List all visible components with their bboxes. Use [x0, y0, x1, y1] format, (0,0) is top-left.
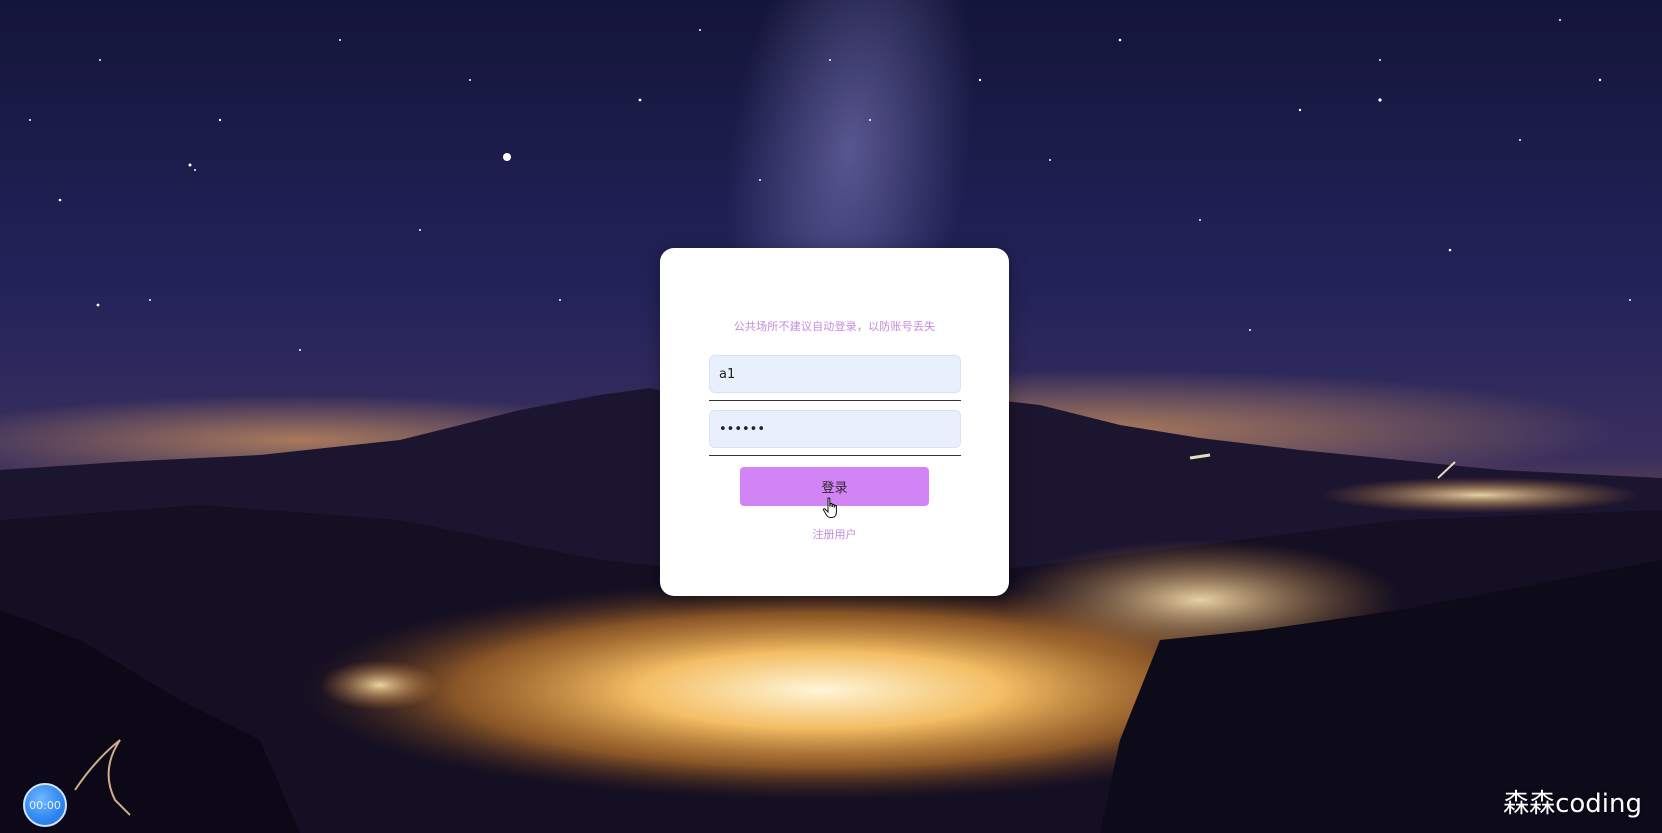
- username-underline: [709, 400, 961, 401]
- password-input[interactable]: [709, 410, 961, 448]
- hand-pointer-icon: [822, 497, 837, 518]
- password-field-group: [709, 410, 961, 466]
- username-input[interactable]: [709, 355, 961, 393]
- recording-timer: 00:00: [23, 783, 67, 827]
- register-link[interactable]: 注册用户: [660, 526, 1009, 542]
- username-field-group: [709, 355, 961, 411]
- password-underline: [709, 455, 961, 456]
- login-card: 公共场所不建议自动登录，以防账号丢失 登录 注册用户: [660, 248, 1009, 596]
- login-notice: 公共场所不建议自动登录，以防账号丢失: [733, 320, 936, 333]
- watermark: 森森coding: [1503, 789, 1642, 819]
